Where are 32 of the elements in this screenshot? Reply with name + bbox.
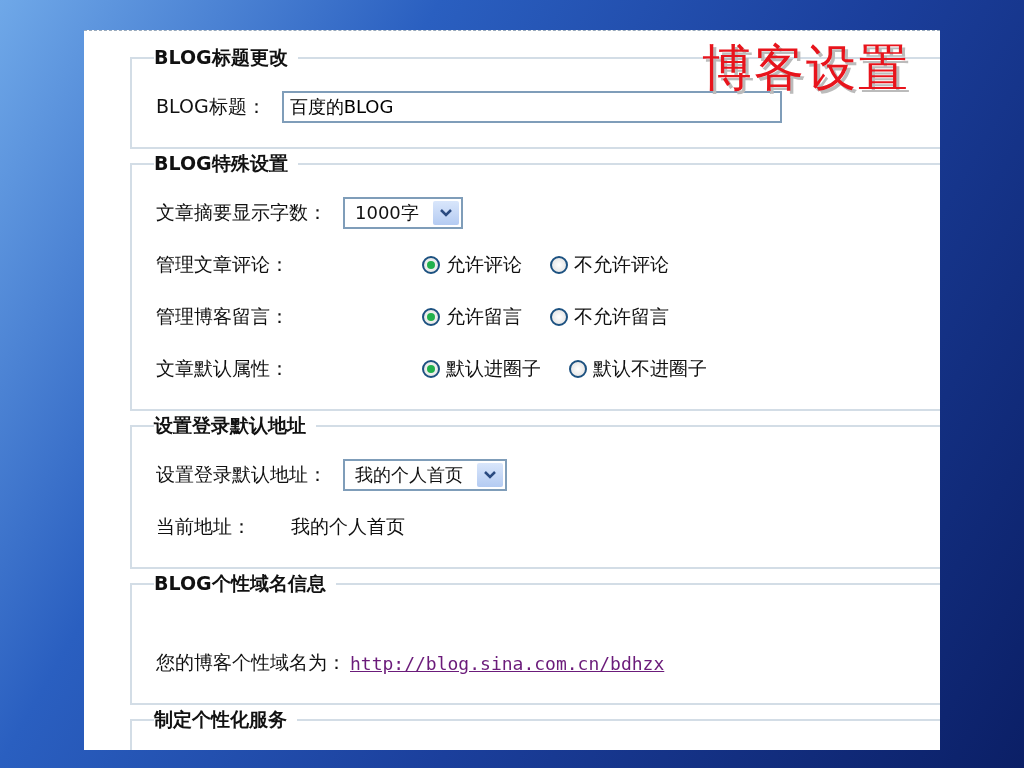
group-title: 设置登录默认地址 (154, 413, 307, 438)
field-label: 您的博客个性域名为： (156, 650, 346, 675)
option-label[interactable]: 默认进圈子 (446, 356, 541, 382)
radio-button[interactable] (550, 308, 568, 326)
title-input-field[interactable]: 百度的BLOG (281, 91, 782, 123)
field-label: 管理文章评论： (156, 252, 290, 277)
group-title: BLOG个性域名信息 (154, 571, 327, 596)
group-title: BLOG特殊设置 (154, 151, 289, 176)
option-label[interactable]: 不允许留言 (574, 304, 669, 330)
field-label: 当前地址： (156, 514, 251, 539)
dropdown[interactable]: 1000字 (343, 197, 463, 229)
group-title: 制定个性化服务 (154, 707, 288, 732)
option-label[interactable]: 允许评论 (446, 252, 522, 278)
field-label: 管理博客留言： (156, 304, 290, 329)
group-title: BLOG标题更改 (154, 45, 289, 70)
field-label: 设置登录默认地址： (156, 462, 327, 487)
radio-button[interactable] (422, 256, 440, 274)
field-value: 我的个人首页 (291, 514, 405, 539)
option-label[interactable]: 不允许评论 (574, 252, 669, 278)
radio-button[interactable] (569, 360, 587, 378)
option-label[interactable]: 允许留言 (446, 304, 522, 330)
field-label: BLOG标题： (156, 94, 266, 119)
radio-button[interactable] (422, 360, 440, 378)
field-label: 文章默认属性： (156, 356, 290, 381)
radio-button[interactable] (422, 308, 440, 326)
chevron-down-icon (432, 201, 459, 225)
dropdown[interactable]: 我的个人首页 (343, 459, 507, 491)
chevron-down-icon (477, 463, 503, 487)
domain-link[interactable]: http://blog.sina.com.cn/bdhzx (350, 652, 665, 674)
radio-button[interactable] (550, 256, 568, 274)
field-label: 文章摘要显示字数： (156, 200, 327, 225)
option-label[interactable]: 默认不进圈子 (593, 356, 707, 382)
